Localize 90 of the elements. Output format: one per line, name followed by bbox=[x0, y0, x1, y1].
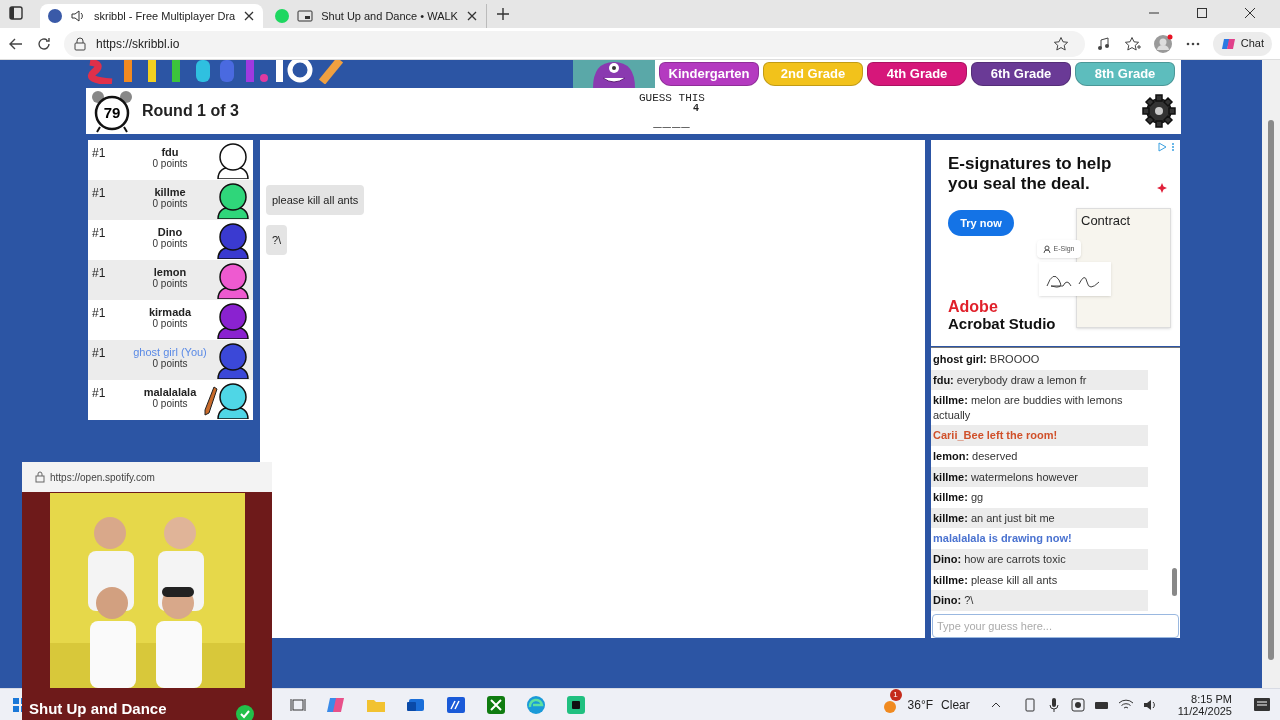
chat-message: Dino: ?\ bbox=[931, 590, 1148, 611]
tab-actions-icon[interactable] bbox=[8, 5, 24, 21]
xbox-icon[interactable] bbox=[486, 694, 506, 715]
picture-in-picture-icon bbox=[297, 8, 314, 24]
player-name: fdu bbox=[161, 146, 179, 158]
ad-headline: E-signatures to help you seal the deal. bbox=[948, 154, 1113, 194]
signature-card bbox=[1039, 262, 1111, 296]
tab-close-icon[interactable] bbox=[466, 10, 479, 22]
round-text: Round 1 of 3 bbox=[142, 101, 239, 121]
reload-icon[interactable] bbox=[36, 35, 52, 52]
settings-icon[interactable] bbox=[1141, 93, 1177, 129]
player-points: 0 points bbox=[152, 278, 188, 289]
player-rank: #1 bbox=[92, 185, 107, 202]
speech-bubble: please kill all ants bbox=[266, 185, 365, 215]
page-scroll-thumb[interactable] bbox=[1268, 120, 1274, 660]
speaker-icon[interactable] bbox=[70, 8, 86, 24]
check-icon bbox=[236, 705, 254, 720]
favorite-star-icon[interactable] bbox=[1052, 35, 1069, 52]
favicon-icon bbox=[275, 9, 290, 23]
player-rank: #1 bbox=[92, 225, 107, 242]
page-scrollbar[interactable] bbox=[1262, 60, 1280, 688]
word-hint: ____ bbox=[653, 114, 691, 130]
site-info-icon[interactable] bbox=[72, 35, 88, 52]
player-points: 0 points bbox=[152, 358, 188, 369]
app-icon[interactable] bbox=[446, 694, 466, 715]
ad-brand: Adobe bbox=[948, 298, 998, 316]
clock[interactable]: 8:15 PM 11/24/2025 bbox=[1177, 692, 1232, 717]
favorites-icon[interactable] bbox=[1124, 35, 1141, 52]
player-rank: #1 bbox=[92, 265, 107, 282]
tray-app-icon[interactable] bbox=[1069, 696, 1086, 713]
grade-button[interactable]: 4th Grade bbox=[867, 62, 967, 86]
ad-product: Acrobat Studio bbox=[948, 315, 1056, 333]
hint-label: GUESS THIS bbox=[638, 92, 705, 104]
tab-title: Shut Up and Dance • WALK bbox=[321, 8, 459, 24]
player-rank: #1 bbox=[92, 145, 107, 162]
player-name: lemon bbox=[153, 266, 187, 278]
plus-icon bbox=[495, 6, 512, 22]
browser-icon[interactable] bbox=[526, 694, 546, 715]
player-name: Dino bbox=[157, 226, 183, 238]
temperature-text: 36°F bbox=[907, 696, 934, 714]
contract-title: Contract bbox=[1081, 212, 1131, 230]
ad-choices-icon[interactable] bbox=[1158, 142, 1176, 152]
ad-banner[interactable]: Kindergarten 2nd Grade 4th Grade 6th Grade 8th Grade bbox=[573, 60, 1181, 88]
grade-button[interactable]: 6th Grade bbox=[971, 62, 1071, 86]
chat-message: killme: watermelons however bbox=[931, 466, 1148, 488]
player-points: 0 points bbox=[152, 238, 188, 249]
player-points: 0 points bbox=[152, 198, 188, 209]
favicon-icon bbox=[48, 9, 62, 23]
signer-icon bbox=[1043, 245, 1052, 253]
scroll-thumb[interactable] bbox=[1172, 568, 1177, 596]
chat-message: fdu: everybody draw a lemon fr bbox=[931, 369, 1148, 391]
word-length: 4 bbox=[692, 104, 699, 114]
track-title: Shut Up and Dance bbox=[29, 699, 167, 719]
url-text: https://skribbl.io bbox=[96, 35, 181, 53]
date-text: 11/24/2025 bbox=[1177, 704, 1232, 717]
player-points: 0 points bbox=[152, 158, 188, 169]
player-rank: #1 bbox=[92, 345, 107, 362]
player-rank: #1 bbox=[92, 385, 107, 402]
guess-input[interactable]: Type your guess here... bbox=[932, 614, 1179, 638]
popup-url: https://open.spotify.com bbox=[50, 470, 155, 485]
chat-app-icon[interactable] bbox=[566, 694, 586, 715]
tab-title: skribbl - Free Multiplayer Dra bbox=[94, 8, 236, 24]
time-text: 8:15 PM bbox=[1191, 692, 1232, 705]
weather-text: Clear bbox=[941, 696, 970, 714]
browser-tab[interactable]: skribbl - Free Multiplayer Dra bbox=[40, 4, 264, 28]
maximize-icon[interactable] bbox=[1196, 7, 1208, 19]
chat-message: Dino: how are carrots toxic bbox=[931, 548, 1148, 570]
player-name: ghost girl (You) bbox=[133, 346, 207, 358]
player-rank: #1 bbox=[92, 305, 107, 322]
player-points: 0 points bbox=[152, 398, 188, 409]
lock-icon bbox=[34, 471, 46, 483]
player-name: kirmada bbox=[148, 306, 192, 318]
sparkle-icon bbox=[1157, 183, 1167, 193]
grade-button[interactable]: Kindergarten bbox=[659, 62, 759, 86]
try-now-button[interactable]: Try now bbox=[948, 210, 1014, 236]
task-view-icon[interactable] bbox=[290, 696, 306, 713]
close-icon[interactable] bbox=[1244, 7, 1256, 19]
chat-message: killme: an ant just bit me bbox=[931, 507, 1148, 529]
player-points: 0 points bbox=[152, 318, 188, 329]
copilot-chat-button[interactable]: Chat bbox=[1212, 31, 1272, 56]
speech-bubble: ?\ bbox=[266, 225, 288, 255]
chat-message: Carii_Bee left the room! bbox=[931, 425, 1148, 446]
notification-badge: 1 bbox=[889, 688, 902, 701]
media-popup[interactable]: https://open.spotify.com Shut Up and Dance bbox=[22, 462, 272, 720]
player-name: killme bbox=[154, 186, 186, 198]
tab-close-icon[interactable] bbox=[243, 10, 256, 22]
address-bar[interactable]: https://skribbl.io bbox=[64, 30, 1085, 57]
profile-avatar-icon[interactable] bbox=[1152, 33, 1173, 54]
timer-text: 79 bbox=[103, 102, 121, 123]
player-name: malalalala bbox=[143, 386, 197, 398]
